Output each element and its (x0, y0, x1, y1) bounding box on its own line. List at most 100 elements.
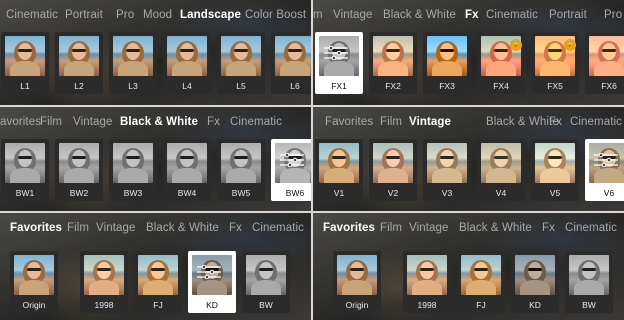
tab-film[interactable]: Film (380, 116, 402, 128)
tab-cinematic[interactable]: Cinematic (570, 116, 622, 128)
filter-bw[interactable]: BW (565, 251, 613, 313)
tab-vintage[interactable]: Vintage (409, 116, 451, 128)
tab-vintage[interactable]: Vintage (409, 222, 449, 234)
tab-cinematic[interactable]: Cinematic (252, 222, 304, 234)
filter-bw3[interactable]: BW3 (109, 139, 157, 201)
tab-vintage[interactable]: Vintage (333, 9, 373, 21)
filter-l1[interactable]: L1 (1, 32, 49, 94)
filter-l6[interactable]: L6 (271, 32, 311, 94)
filter-preview-thumbnail (319, 143, 359, 183)
filter-fx5[interactable]: 🔒 FX5 (531, 32, 579, 94)
filter-panel: Cinematic Portrait Pro Mood Landscape Color B… (0, 0, 311, 105)
tab-cinematic[interactable]: Cinematic (6, 9, 58, 21)
tab-black-white[interactable]: Black & White (459, 222, 532, 234)
horizontal-divider-bottom (0, 211, 624, 213)
filter-v3[interactable]: V3 (423, 139, 471, 201)
filter-kd[interactable]: KD (188, 251, 236, 313)
filter-fx4[interactable]: 🔒 FX4 (477, 32, 525, 94)
filter-bw5[interactable]: BW5 (217, 139, 265, 201)
filter-preview-thumbnail (275, 36, 311, 76)
filter-v5[interactable]: V5 (531, 139, 579, 201)
filter-preview-thumbnail (427, 143, 467, 183)
tab-cinematic[interactable]: Cinematic (486, 9, 538, 21)
filter-l4[interactable]: L4 (163, 32, 211, 94)
filter-label: V6 (603, 188, 615, 198)
tab-color-boost[interactable]: Color Boost (245, 9, 306, 21)
filter-fx3[interactable]: FX3 (423, 32, 471, 94)
filter-l3[interactable]: L3 (109, 32, 157, 94)
filter-preview-thumbnail (59, 36, 99, 76)
tab-cinematic[interactable]: Cinematic (230, 116, 282, 128)
filter-v4[interactable]: V4 (477, 139, 525, 201)
filter-origin[interactable]: Origin (333, 251, 381, 313)
category-tabs: Favorites Film Vintage Black & White Fx Cinem… (313, 107, 624, 137)
tab-black-white[interactable]: Black & White (486, 116, 559, 128)
filter-preview-thumbnail (535, 143, 575, 183)
filter-fj[interactable]: FJ (457, 251, 505, 313)
tab-m[interactable]: m (313, 9, 323, 21)
filter-bw2[interactable]: BW2 (55, 139, 103, 201)
filter-origin[interactable]: Origin (10, 251, 58, 313)
category-tabs: m Vintage Black & White Fx Cinematic Portrait… (313, 0, 624, 30)
lock-icon: 🔒 (564, 39, 576, 51)
filter-bw4[interactable]: BW4 (163, 139, 211, 201)
tab-fx[interactable]: Fx (229, 222, 242, 234)
tab-fx[interactable]: Fx (207, 116, 220, 128)
tab-portrait[interactable]: Portrait (549, 9, 587, 21)
filter-bw[interactable]: BW (242, 251, 290, 313)
tab-film[interactable]: Film (380, 222, 402, 234)
tab-favorites[interactable]: Favorites (323, 222, 375, 234)
filter-label: V3 (441, 188, 453, 198)
filter-label: KD (529, 300, 541, 310)
filter-preview-thumbnail (246, 255, 286, 295)
tab-black-white[interactable]: Black & White (120, 116, 198, 128)
filter-v2[interactable]: V2 (369, 139, 417, 201)
filter-1998[interactable]: 1998 (403, 251, 451, 313)
tab-favorites[interactable]: Favorites (325, 116, 373, 128)
filter-label: L6 (290, 81, 300, 91)
filter-label: L5 (236, 81, 246, 91)
tab-vintage[interactable]: Vintage (96, 222, 136, 234)
filter-l5[interactable]: L5 (217, 32, 265, 94)
tab-pro[interactable]: Pro (604, 9, 622, 21)
tab-cinematic[interactable]: Cinematic (565, 222, 617, 234)
filter-label: L1 (20, 81, 30, 91)
filter-fx1[interactable]: FX1 (315, 32, 363, 94)
tab-landscape[interactable]: Landscape (180, 9, 241, 21)
filter-kd[interactable]: KD (511, 251, 559, 313)
tab-film[interactable]: Film (67, 222, 89, 234)
filter-fx6[interactable]: FX6 (585, 32, 624, 94)
filter-fj[interactable]: FJ (134, 251, 182, 313)
filter-preview-thumbnail (167, 36, 207, 76)
filter-label: FJ (153, 300, 163, 310)
filter-v6[interactable]: V6 (585, 139, 624, 201)
category-tabs: avorites Film Vintage Black & White Fx Cinema… (0, 107, 311, 137)
filter-l2[interactable]: L2 (55, 32, 103, 94)
tab-film[interactable]: Film (40, 116, 62, 128)
tab-avorites[interactable]: avorites (0, 116, 41, 128)
tab-fx[interactable]: Fx (549, 116, 562, 128)
tab-fx[interactable]: Fx (542, 222, 555, 234)
tab-mood[interactable]: Mood (143, 9, 172, 21)
filter-label: BW3 (123, 188, 143, 198)
filter-label: FX6 (601, 81, 617, 91)
filter-preview-thumbnail (221, 36, 261, 76)
tab-fx[interactable]: Fx (465, 9, 479, 21)
filter-panel: Favorites Film Vintage Black & White Fx Cinem… (313, 213, 624, 320)
filter-bw6[interactable]: BW6 (271, 139, 311, 201)
tab-portrait[interactable]: Portrait (65, 9, 103, 21)
filter-preview-thumbnail (14, 255, 54, 295)
tab-pro[interactable]: Pro (116, 9, 134, 21)
filter-bw1[interactable]: BW1 (1, 139, 49, 201)
filter-panel: Favorites Film Vintage Black & White Fx Cinem… (0, 213, 311, 320)
tab-black-white[interactable]: Black & White (146, 222, 219, 234)
tab-vintage[interactable]: Vintage (73, 116, 113, 128)
filter-thumbnail-strip: Origin 1998 FJ KD BW (0, 251, 311, 315)
filter-v1[interactable]: V1 (315, 139, 363, 201)
filter-preview-thumbnail (515, 255, 555, 295)
filter-1998[interactable]: 1998 (80, 251, 128, 313)
tab-black-white[interactable]: Black & White (383, 9, 456, 21)
filter-preview-thumbnail (113, 36, 153, 76)
filter-fx2[interactable]: FX2 (369, 32, 417, 94)
tab-favorites[interactable]: Favorites (10, 222, 62, 234)
